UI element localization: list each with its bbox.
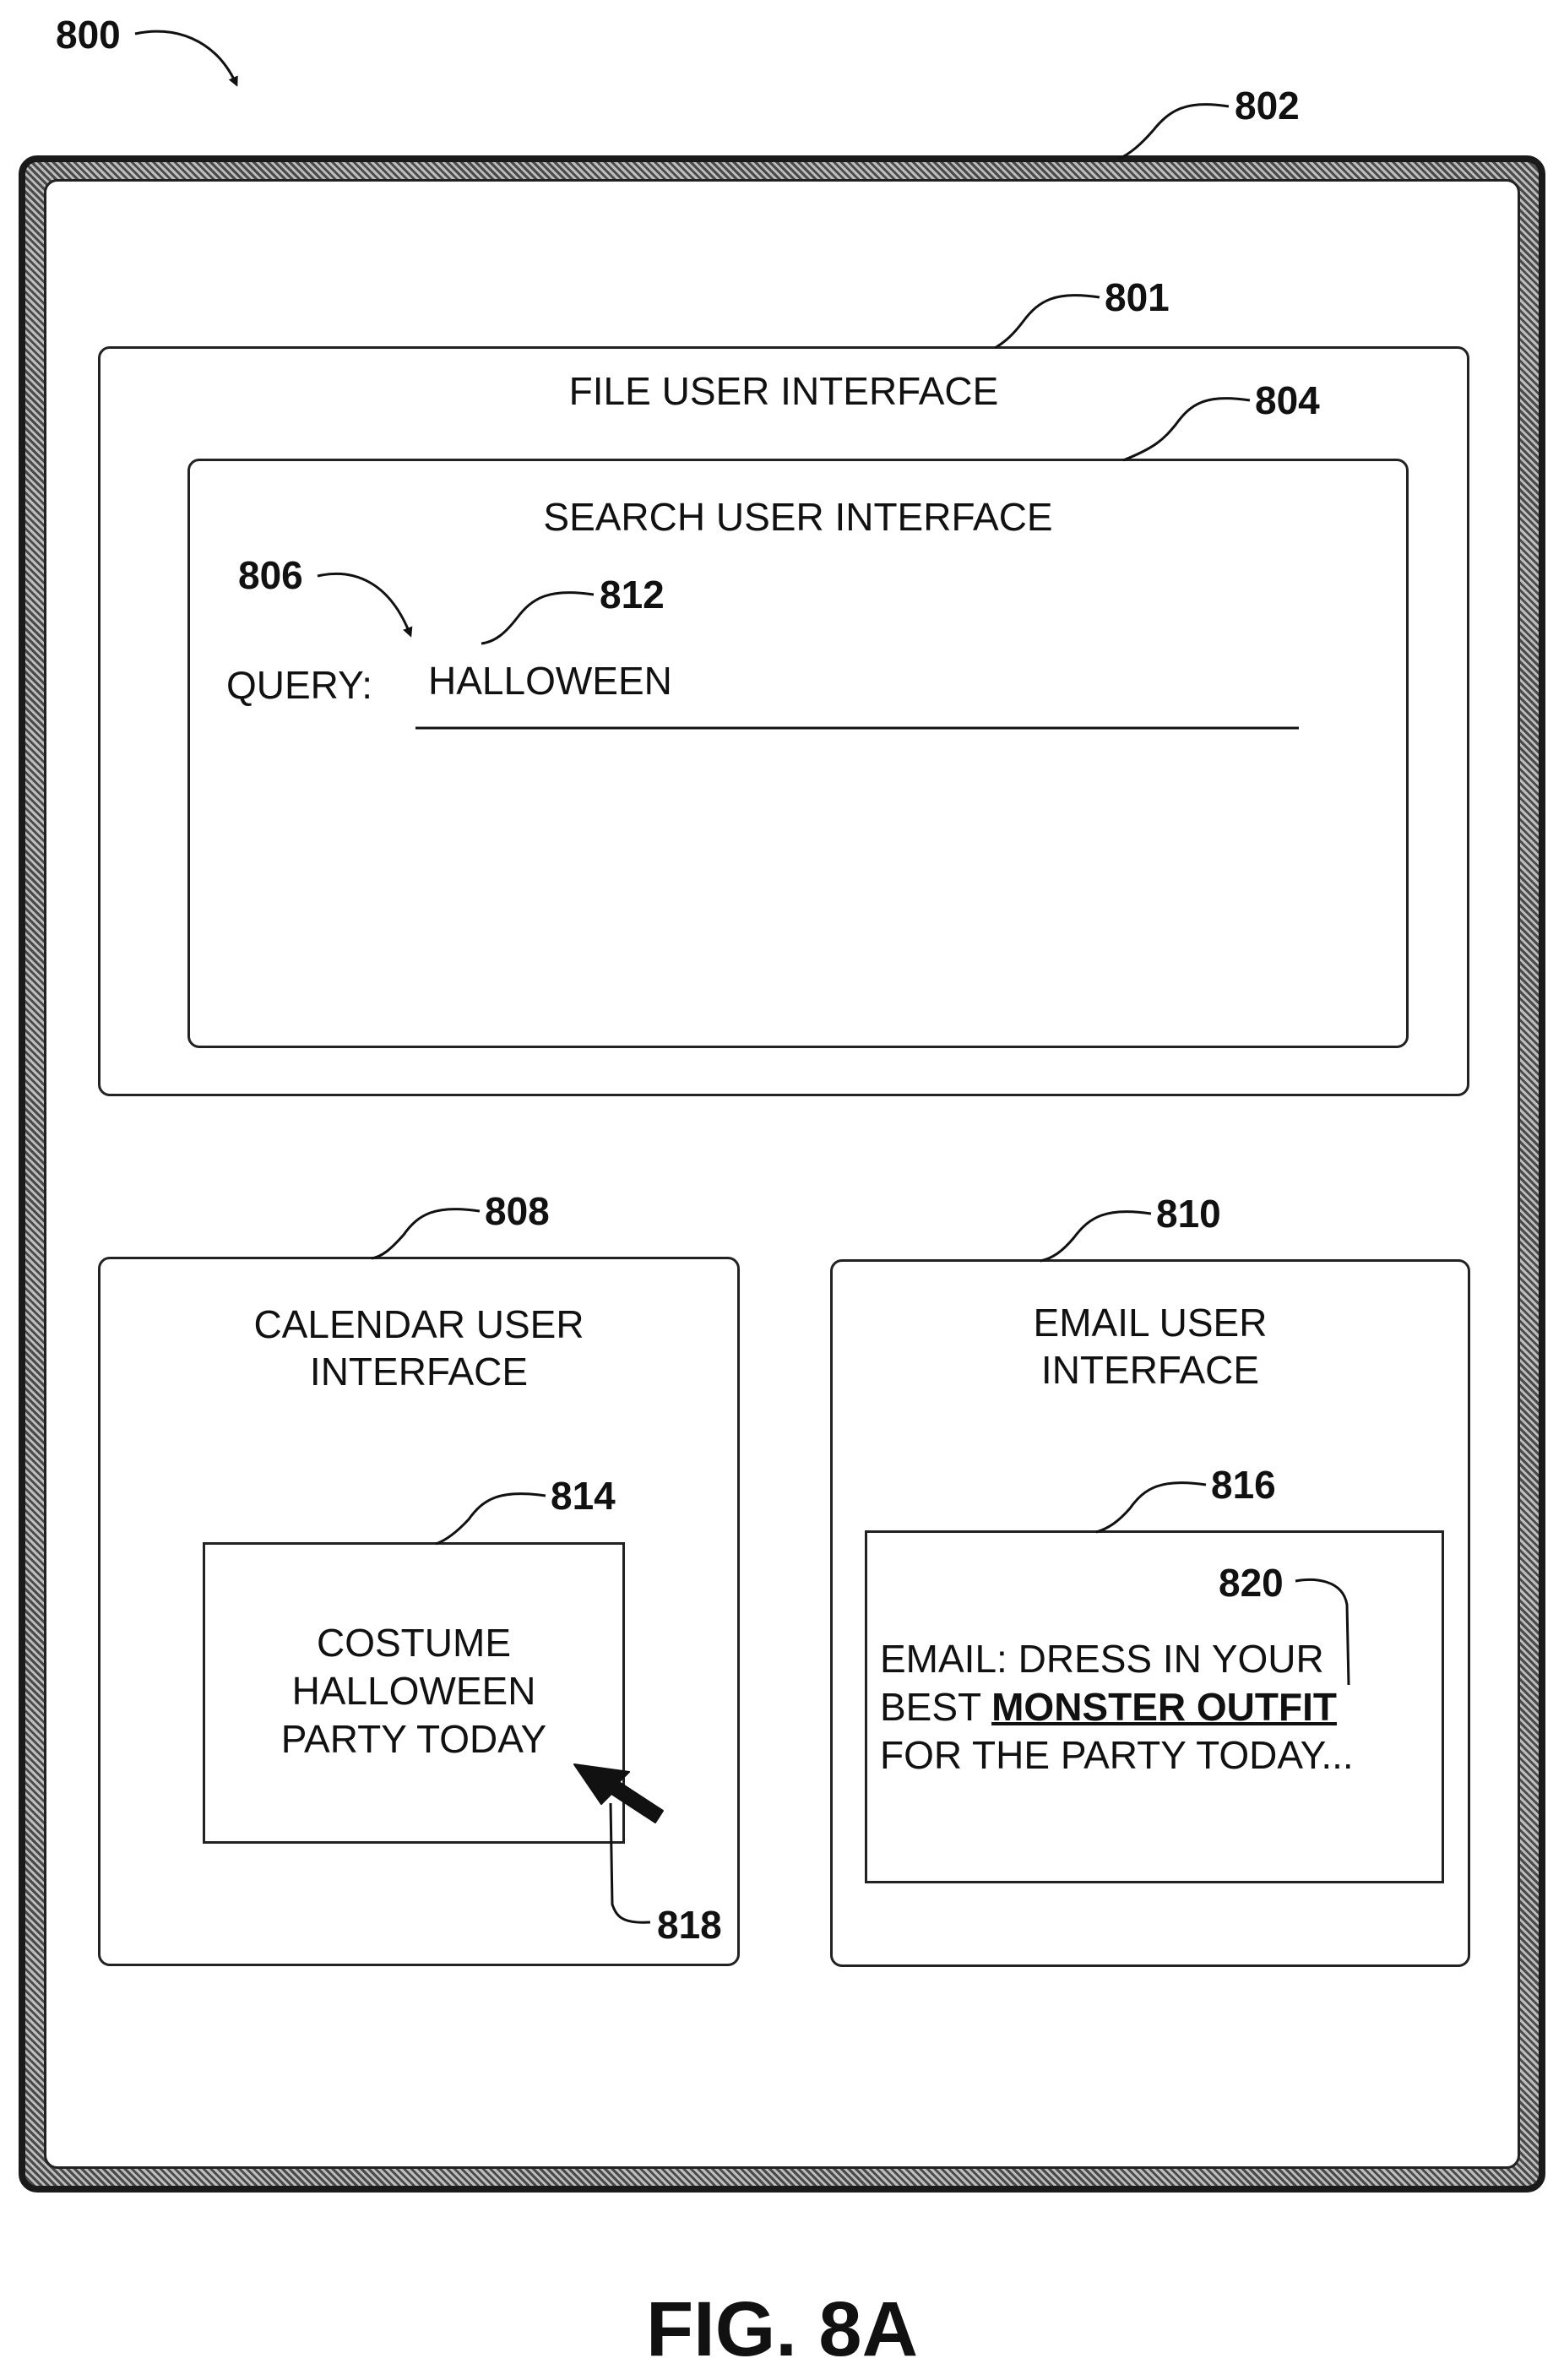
query-input[interactable]: HALLOWEEN	[428, 657, 1298, 733]
ref-818: 818	[657, 1905, 722, 1944]
search-ui-title: SEARCH USER INTERFACE	[187, 493, 1409, 541]
ref-806: 806	[238, 556, 303, 595]
figure-label: FIG. 8A	[0, 2290, 1564, 2368]
ref-804: 804	[1255, 381, 1320, 420]
email-line2: BEST MONSTER OUTFIT	[880, 1683, 1354, 1731]
email-ui-title-line1: EMAIL USER	[830, 1299, 1470, 1346]
email-message-text: EMAIL: DRESS IN YOUR BEST MONSTER OUTFIT…	[880, 1635, 1354, 1780]
leader-802	[1119, 105, 1229, 159]
search-user-interface-panel	[187, 459, 1409, 1048]
calendar-event-text: COSTUME HALLOWEEN PARTY TODAY	[203, 1619, 625, 1763]
ref-801: 801	[1105, 278, 1170, 317]
ref-812: 812	[600, 575, 665, 614]
calendar-event-line3: PARTY TODAY	[203, 1715, 625, 1763]
ref-808: 808	[485, 1192, 550, 1231]
ref-802: 802	[1235, 86, 1300, 125]
email-line2-prefix: BEST	[880, 1685, 991, 1729]
calendar-ui-title-line1: CALENDAR USER	[98, 1301, 740, 1348]
calendar-event-line2: HALLOWEEN	[203, 1667, 625, 1715]
email-line1: EMAIL: DRESS IN YOUR	[880, 1635, 1354, 1683]
query-label: QUERY:	[226, 661, 372, 709]
ref-810: 810	[1156, 1194, 1221, 1233]
email-line3: FOR THE PARTY TODAY...	[880, 1731, 1354, 1780]
calendar-ui-title: CALENDAR USER INTERFACE	[98, 1301, 740, 1395]
ref-800: 800	[56, 15, 121, 54]
email-ui-title-line2: INTERFACE	[830, 1346, 1470, 1394]
calendar-ui-title-line2: INTERFACE	[98, 1348, 740, 1395]
monster-outfit-link[interactable]: MONSTER OUTFIT	[991, 1685, 1337, 1729]
leader-800	[135, 31, 236, 84]
ref-814: 814	[551, 1476, 616, 1515]
email-ui-title: EMAIL USER INTERFACE	[830, 1299, 1470, 1394]
ref-820: 820	[1219, 1563, 1284, 1602]
calendar-event-line1: COSTUME	[203, 1619, 625, 1667]
ref-816: 816	[1211, 1465, 1276, 1504]
